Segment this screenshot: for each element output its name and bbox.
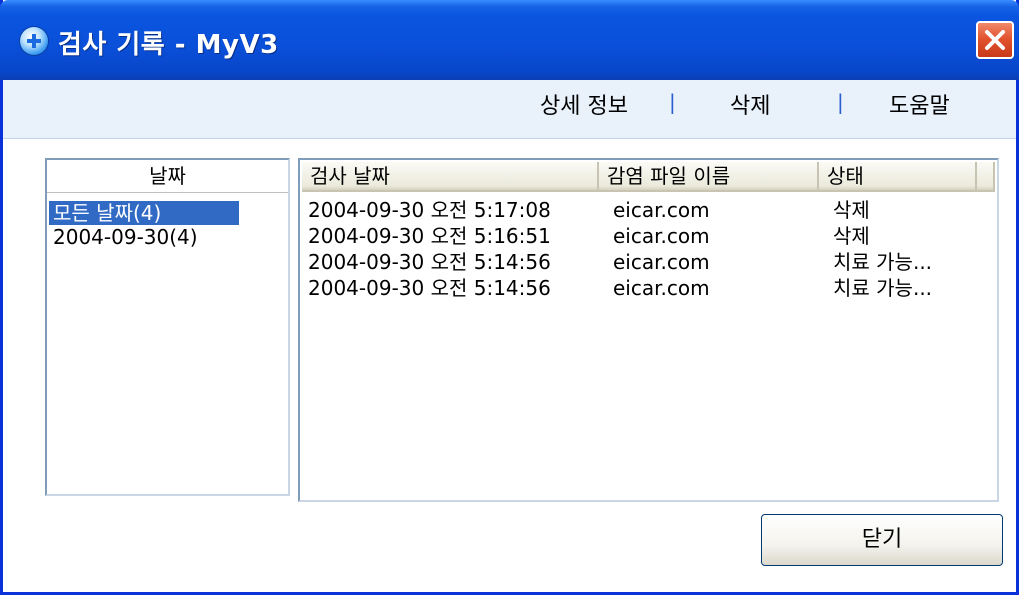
app-logo-icon	[20, 27, 48, 55]
row-2-date[interactable]: 2004-09-30 오전 5:16:51	[308, 223, 551, 249]
scan-history-window: 검사 기록 - MyV3 상세 정보 | 삭제 | 도움말 날짜 모든 날짜(4…	[0, 0, 1019, 595]
row-4-file[interactable]: eicar.com	[613, 275, 710, 301]
row-1-date[interactable]: 2004-09-30 오전 5:17:08	[308, 197, 551, 223]
title-bar[interactable]: 검사 기록 - MyV3	[0, 0, 1019, 80]
column-header-file-name[interactable]: 감염 파일 이름	[599, 162, 819, 192]
menu-separator: |	[837, 90, 844, 114]
row-1-file[interactable]: eicar.com	[613, 197, 710, 223]
row-4-status[interactable]: 치료 가능...	[833, 275, 932, 301]
row-3-date[interactable]: 2004-09-30 오전 5:14:56	[308, 249, 551, 275]
scan-log-table: 검사 날짜 감염 파일 이름 상태 2004-09-30 오전 5:17:08 …	[298, 158, 999, 502]
menu-help[interactable]: 도움말	[889, 88, 950, 120]
date-item-2004-09-30[interactable]: 2004-09-30(4)	[49, 225, 239, 249]
close-icon	[985, 30, 1005, 50]
close-button[interactable]: 닫기	[761, 514, 1003, 566]
window-close-button[interactable]	[976, 21, 1014, 59]
menu-details[interactable]: 상세 정보	[540, 88, 628, 120]
row-3-status[interactable]: 치료 가능...	[833, 249, 932, 275]
date-list-header: 날짜	[47, 160, 288, 193]
column-header-filler	[977, 162, 995, 192]
row-1-status[interactable]: 삭제	[833, 197, 870, 223]
row-3-file[interactable]: eicar.com	[613, 249, 710, 275]
menu-separator: |	[669, 90, 676, 114]
menu-bar: 상세 정보 | 삭제 | 도움말	[3, 80, 1016, 139]
row-2-file[interactable]: eicar.com	[613, 223, 710, 249]
menu-delete[interactable]: 삭제	[730, 88, 770, 120]
column-header-status[interactable]: 상태	[819, 162, 977, 192]
row-4-date[interactable]: 2004-09-30 오전 5:14:56	[308, 275, 551, 301]
date-item-all[interactable]: 모든 날짜(4)	[49, 201, 239, 225]
window-title: 검사 기록 - MyV3	[58, 30, 279, 60]
row-2-status[interactable]: 삭제	[833, 223, 870, 249]
column-header-scan-date[interactable]: 검사 날짜	[302, 162, 599, 192]
date-list[interactable]: 날짜 모든 날짜(4) 2004-09-30(4)	[45, 158, 290, 496]
